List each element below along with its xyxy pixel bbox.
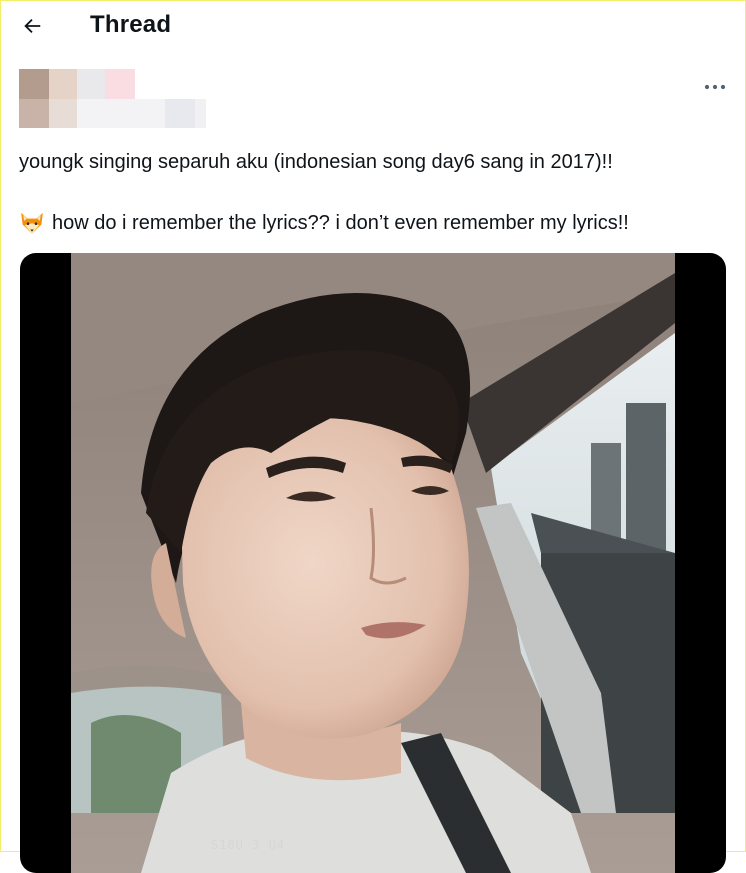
arrow-left-icon	[24, 18, 41, 34]
video-frame[interactable]: S10U 3 U4	[71, 253, 675, 873]
avatar-tile	[19, 69, 49, 99]
tweet-text: how do i remember the lyrics?? i don’t e…	[52, 212, 629, 234]
avatar-tile	[77, 69, 105, 99]
name-tile	[195, 99, 206, 128]
video-still	[71, 253, 675, 873]
avatar-tile	[105, 69, 135, 99]
more-horizontal-icon	[704, 84, 726, 90]
page-title: Thread	[90, 11, 172, 38]
video-overlay-text: S10U 3 U4	[211, 838, 286, 852]
avatar-tile	[49, 69, 77, 99]
back-button[interactable]	[14, 8, 50, 44]
media-container[interactable]: S10U 3 U4	[20, 253, 726, 873]
fox-face-icon	[21, 212, 43, 234]
tweet-text-line: youngk singing separuh aku (indonesian s…	[19, 151, 613, 173]
avatar-tile	[49, 99, 77, 128]
avatar-tile	[19, 99, 49, 128]
thread-header: Thread	[0, 0, 746, 54]
more-options-button[interactable]	[700, 75, 730, 99]
tweet-text-line: how do i remember the lyrics?? i don’t e…	[19, 210, 629, 236]
name-tile	[165, 99, 195, 128]
name-tile	[77, 99, 165, 128]
